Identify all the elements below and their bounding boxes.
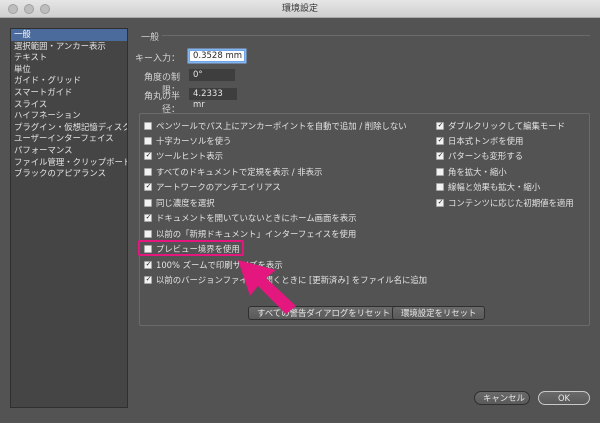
sidebar-item-black-appearance[interactable]: ブラックのアピアランス: [11, 168, 127, 180]
section-title: 一般: [141, 33, 160, 43]
option-label: ツールヒント表示: [156, 151, 223, 161]
option-legacy-new-document[interactable]: 以前の「新規ドキュメント」インターフェイスを使用: [144, 228, 356, 240]
reset-preferences-button[interactable]: 環境設定をリセット: [392, 306, 486, 320]
corner-radius-field[interactable]: 4.2333 mr: [189, 88, 237, 110]
sidebar-item-performance[interactable]: パフォーマンス: [11, 145, 127, 157]
minimize-window-button[interactable]: [24, 4, 34, 14]
option-rulers-all-documents[interactable]: すべてのドキュメントで定規を表示 / 非表示: [144, 166, 322, 178]
option-label: すべてのドキュメントで定規を表示 / 非表示: [156, 167, 323, 177]
checkbox[interactable]: [436, 168, 444, 176]
preferences-sidebar: 一般 選択範囲・アンカー表示 テキスト 単位 ガイド・グリッド スマートガイド …: [10, 28, 128, 408]
option-precise-cursors[interactable]: 十字カーソルを使う: [144, 135, 231, 147]
option-japanese-crop-marks[interactable]: 日本式トンボを使用: [436, 135, 523, 147]
angle-limit-field[interactable]: 0°: [189, 69, 235, 81]
checkbox[interactable]: [144, 122, 152, 130]
checkbox[interactable]: [436, 122, 444, 130]
option-label: 線幅と効果も拡大・縮小: [448, 182, 541, 192]
corner-radius-label: 角丸の半径：: [143, 92, 180, 115]
option-label: ドキュメントを開いていないときにホーム画面を表示: [156, 213, 357, 223]
checkbox[interactable]: [144, 137, 152, 145]
checkbox[interactable]: [144, 276, 152, 284]
sidebar-item-guides-grid[interactable]: ガイド・グリッド: [11, 75, 127, 87]
option-transform-patterns[interactable]: パターンも変形する: [436, 150, 523, 162]
option-label: コンテンツに応じた初期値を適用: [448, 198, 574, 208]
checkbox[interactable]: [144, 168, 152, 176]
pointer-arrow-icon: [238, 260, 296, 314]
zoom-window-button[interactable]: [40, 4, 50, 14]
option-scale-corners[interactable]: 角を拡大・縮小: [436, 166, 507, 178]
checkbox[interactable]: [144, 214, 152, 222]
sidebar-item-smart-guides[interactable]: スマートガイド: [11, 87, 127, 99]
option-label: 角を拡大・縮小: [448, 167, 507, 177]
cancel-button[interactable]: キャンセル: [474, 391, 530, 405]
checkbox[interactable]: [144, 261, 152, 269]
sidebar-item-file-handling[interactable]: ファイル管理・クリップボード: [11, 157, 127, 169]
option-label: 十字カーソルを使う: [156, 136, 232, 146]
window-title: 環境設定: [281, 4, 318, 14]
option-show-tool-tips[interactable]: ツールヒント表示: [144, 150, 223, 162]
option-content-aware-defaults[interactable]: コンテンツに応じた初期値を適用: [436, 197, 574, 209]
option-select-same-tint[interactable]: 同じ濃度を選択: [144, 197, 215, 209]
window-titlebar: 環境設定: [0, 0, 600, 18]
checkbox[interactable]: [436, 152, 444, 160]
sidebar-item-plugins-scratch[interactable]: プラグイン・仮想記憶ディスク: [11, 122, 127, 134]
window-controls: [8, 4, 50, 14]
checkbox[interactable]: [144, 199, 152, 207]
ok-button[interactable]: OK: [538, 391, 590, 405]
highlight-annotation: [138, 240, 244, 256]
close-window-button[interactable]: [8, 4, 18, 14]
checkbox[interactable]: [144, 152, 152, 160]
section-divider: [162, 35, 590, 36]
option-pen-tool-auto-add[interactable]: ペンツールでパス上にアンカーポイントを自動で追加 / 削除しない: [144, 120, 407, 132]
sidebar-item-units[interactable]: 単位: [11, 64, 127, 76]
sidebar-item-selection-anchor[interactable]: 選択範囲・アンカー表示: [11, 41, 127, 53]
option-scale-strokes-effects[interactable]: 線幅と効果も拡大・縮小: [436, 181, 540, 193]
key-input-label: キー入力：: [134, 54, 180, 64]
sidebar-item-hyphenation[interactable]: ハイフネーション: [11, 110, 127, 122]
option-label: 日本式トンボを使用: [448, 136, 524, 146]
checkbox[interactable]: [144, 183, 152, 191]
option-label: ダブルクリックして編集モード: [448, 121, 565, 131]
key-input-field[interactable]: 0.3528 mm: [189, 50, 245, 62]
checkbox[interactable]: [436, 137, 444, 145]
sidebar-item-text[interactable]: テキスト: [11, 52, 127, 64]
option-double-click-isolate[interactable]: ダブルクリックして編集モード: [436, 120, 565, 132]
checkbox[interactable]: [436, 183, 444, 191]
option-anti-aliased-artwork[interactable]: アートワークのアンチエイリアス: [144, 181, 281, 193]
sidebar-item-user-interface[interactable]: ユーザーインターフェイス: [11, 133, 127, 145]
option-label: 同じ濃度を選択: [156, 198, 215, 208]
sidebar-item-general[interactable]: 一般: [11, 29, 127, 41]
option-label: ペンツールでパス上にアンカーポイントを自動で追加 / 削除しない: [156, 121, 407, 131]
sidebar-item-slices[interactable]: スライス: [11, 99, 127, 111]
option-label: 以前の「新規ドキュメント」インターフェイスを使用: [156, 229, 357, 239]
checkbox[interactable]: [436, 199, 444, 207]
option-label: アートワークのアンチエイリアス: [156, 182, 281, 192]
option-label: パターンも変形する: [448, 151, 523, 161]
option-show-home-screen[interactable]: ドキュメントを開いていないときにホーム画面を表示: [144, 212, 357, 224]
checkbox[interactable]: [144, 230, 152, 238]
